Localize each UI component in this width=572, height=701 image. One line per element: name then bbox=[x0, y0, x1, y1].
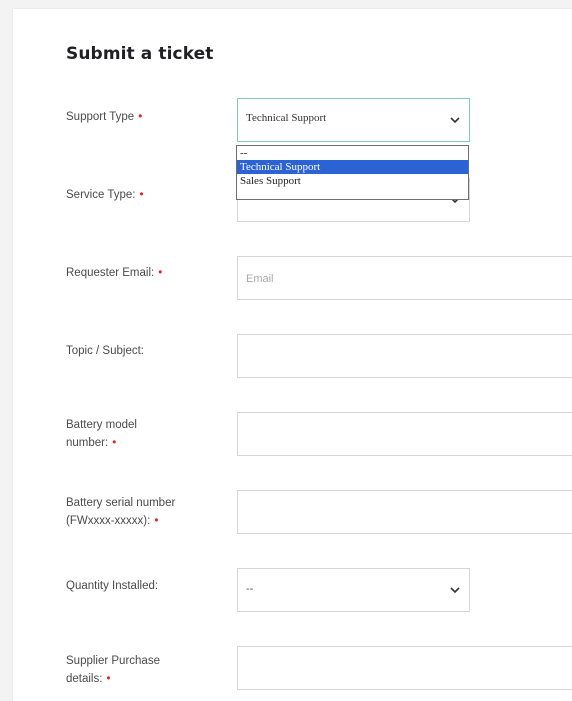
service-type-label: Service Type: • bbox=[66, 186, 144, 204]
requester-email-label-text: Requester Email: bbox=[66, 267, 155, 279]
chevron-down-icon bbox=[450, 117, 460, 124]
dropdown-option-technical-support[interactable]: Technical Support bbox=[237, 160, 468, 174]
supplier-purchase-input[interactable] bbox=[237, 646, 572, 690]
battery-serial-input[interactable] bbox=[237, 490, 572, 534]
quantity-installed-value: -- bbox=[246, 583, 254, 595]
topic-subject-label: Topic / Subject: bbox=[66, 342, 144, 360]
supplier-purchase-label-line1: Supplier Purchase bbox=[66, 655, 160, 667]
requester-email-input[interactable]: Email bbox=[237, 256, 572, 300]
required-marker: • bbox=[158, 267, 163, 279]
battery-serial-label-line1: Battery serial number bbox=[66, 497, 176, 509]
support-type-dropdown-list[interactable]: -- Technical Support Sales Support bbox=[236, 145, 469, 200]
email-placeholder: Email bbox=[246, 273, 274, 285]
dropdown-option-sales-support[interactable]: Sales Support bbox=[237, 174, 468, 188]
requester-email-label: Requester Email: • bbox=[66, 264, 162, 282]
battery-serial-label: Battery serial number (FWxxxx-xxxxx): • bbox=[66, 494, 175, 530]
quantity-installed-label: Quantity Installed: bbox=[66, 577, 158, 595]
service-type-label-text: Service Type: bbox=[66, 189, 136, 201]
required-marker: • bbox=[139, 189, 144, 201]
support-type-label: Support Type • bbox=[66, 108, 142, 126]
topic-subject-label-text: Topic / Subject: bbox=[66, 345, 144, 357]
topic-subject-input[interactable] bbox=[237, 334, 572, 378]
supplier-purchase-label-line2: details: bbox=[66, 673, 103, 685]
dropdown-option-empty[interactable]: -- bbox=[237, 146, 468, 160]
support-type-value: Technical Support bbox=[246, 112, 327, 124]
page-title: Submit a ticket bbox=[66, 44, 214, 64]
chevron-down-icon bbox=[450, 587, 460, 594]
supplier-purchase-label: Supplier Purchase details: • bbox=[66, 652, 160, 688]
battery-serial-label-line2: (FWxxxx-xxxxx): bbox=[66, 515, 151, 527]
quantity-installed-label-text: Quantity Installed: bbox=[66, 580, 159, 592]
required-marker: • bbox=[138, 111, 143, 123]
required-marker: • bbox=[106, 673, 111, 685]
battery-model-label-line1: Battery model bbox=[66, 419, 137, 431]
required-marker: • bbox=[112, 437, 117, 449]
quantity-installed-select[interactable]: -- bbox=[237, 568, 470, 612]
support-type-select[interactable]: Technical Support bbox=[237, 98, 470, 142]
battery-model-input[interactable] bbox=[237, 412, 572, 456]
battery-model-label: Battery model number: • bbox=[66, 416, 137, 452]
battery-model-label-line2: number: bbox=[66, 437, 109, 449]
support-type-label-text: Support Type bbox=[66, 111, 135, 123]
required-marker: • bbox=[154, 515, 159, 527]
